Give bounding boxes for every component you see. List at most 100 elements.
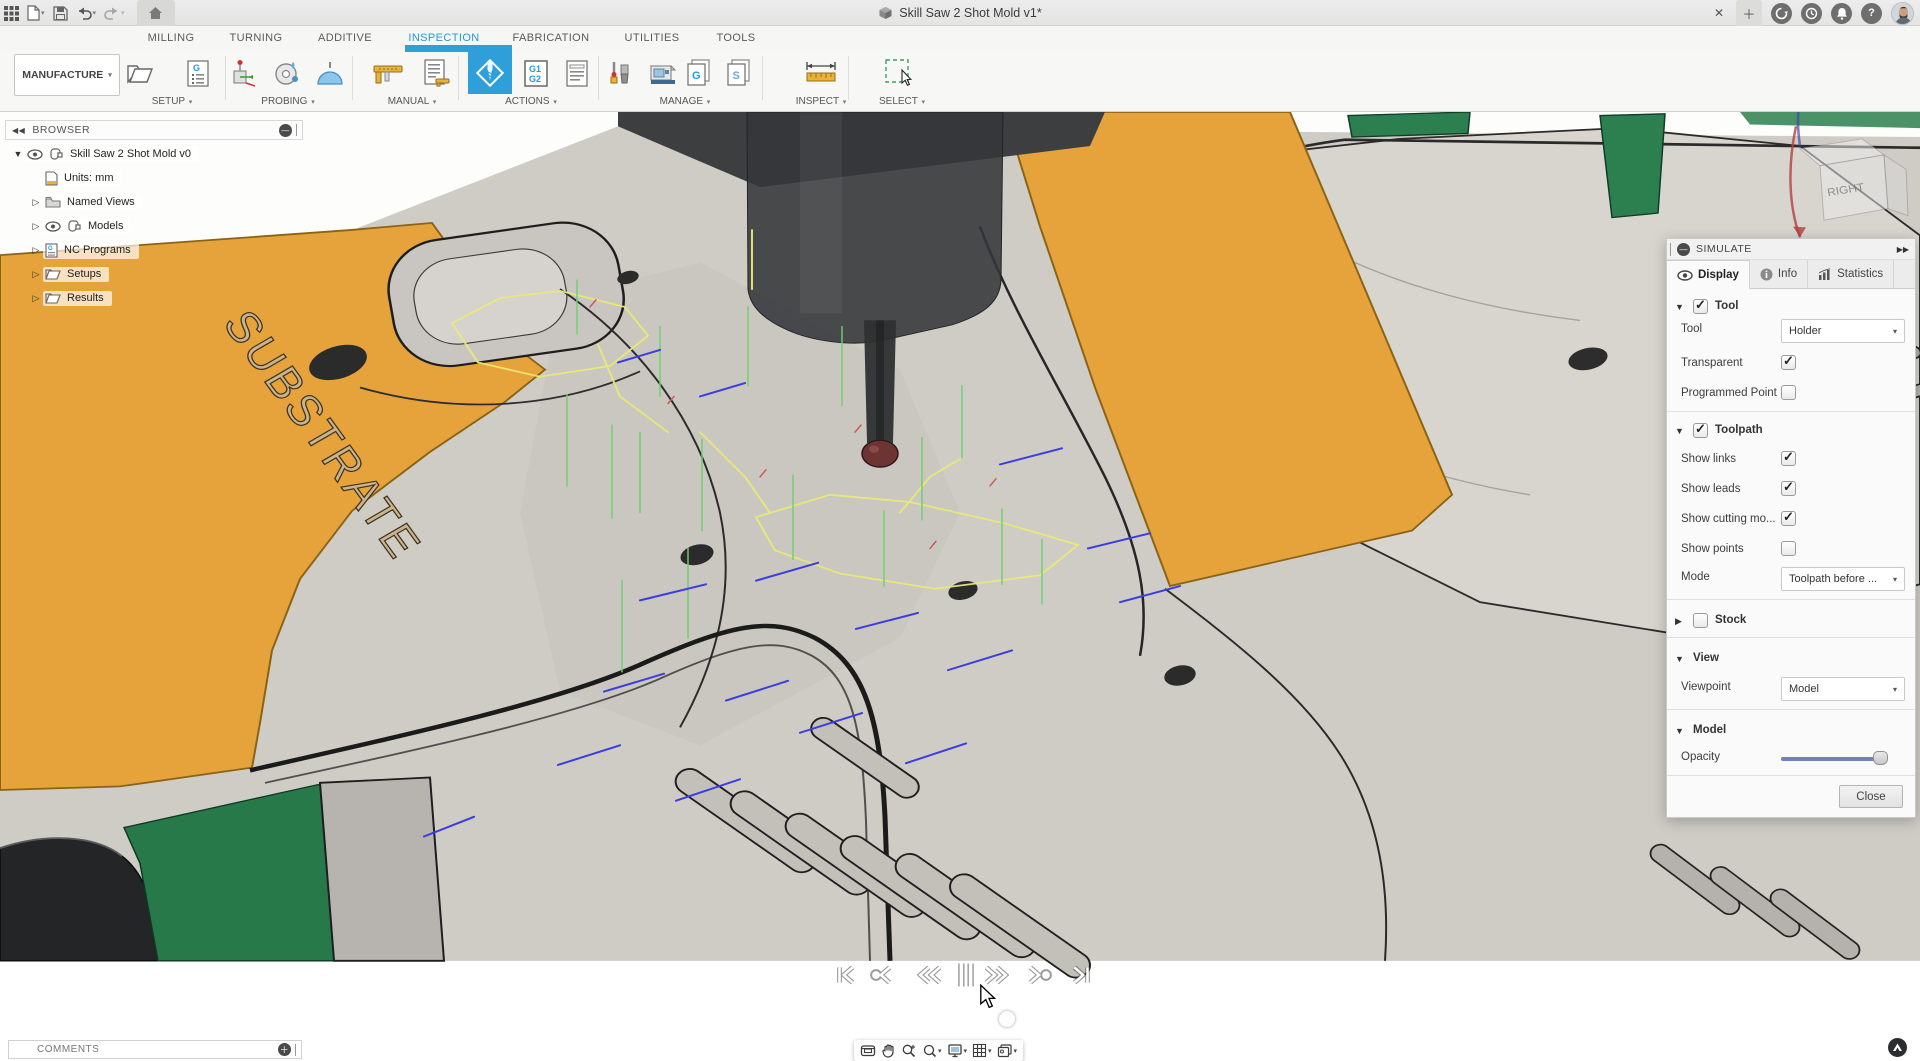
simulation-timeline[interactable] bbox=[818, 1012, 1100, 1026]
transparent-checkbox[interactable]: ✓ bbox=[1781, 355, 1796, 370]
tab-turning[interactable]: TURNING bbox=[230, 26, 283, 50]
close-button[interactable]: Close bbox=[1839, 785, 1903, 808]
expand-icon[interactable]: ▷ bbox=[29, 197, 43, 208]
group-label-manual[interactable]: MANUAL ▾ bbox=[362, 96, 462, 107]
file-menu-button[interactable]: ▾ bbox=[23, 1, 49, 25]
tool-dropdown[interactable]: Holder ▾ bbox=[1781, 319, 1905, 343]
user-avatar[interactable] bbox=[1891, 2, 1914, 25]
notifications-bell-icon[interactable] bbox=[1831, 3, 1852, 24]
visibility-eye-icon[interactable] bbox=[27, 149, 43, 160]
browser-grip[interactable] bbox=[296, 124, 299, 136]
workspace-selector-button[interactable]: MANUFACTURE ▾ bbox=[14, 54, 120, 96]
show-points-checkbox[interactable] bbox=[1781, 541, 1796, 556]
section-expand-icon[interactable]: ▶ bbox=[1675, 616, 1682, 627]
job-status-icon[interactable] bbox=[1771, 3, 1792, 24]
timeline-handle[interactable] bbox=[999, 1011, 1015, 1027]
group-label-manage[interactable]: MANAGE ▾ bbox=[635, 96, 735, 107]
pan-hand-icon[interactable] bbox=[881, 1043, 896, 1058]
programmed-point-checkbox[interactable] bbox=[1781, 385, 1796, 400]
show-cutting-checkbox[interactable]: ✓ bbox=[1781, 511, 1796, 526]
tree-item-root[interactable]: ▼ Skill Saw 2 Shot Mold v0 bbox=[11, 144, 303, 164]
group-label-setup[interactable]: SETUP ▾ bbox=[122, 96, 222, 107]
browser-collapse-icon[interactable]: ◀◀ bbox=[12, 126, 25, 135]
skip-to-end-button[interactable] bbox=[1068, 962, 1094, 988]
home-tab-button[interactable] bbox=[137, 0, 175, 26]
tree-item-named-views[interactable]: ▷ Named Views bbox=[29, 192, 303, 212]
simulate-tool-button[interactable] bbox=[468, 52, 512, 94]
stock-section-checkbox[interactable] bbox=[1693, 613, 1708, 628]
visibility-eye-icon[interactable] bbox=[45, 221, 61, 232]
select-tool-icon[interactable] bbox=[884, 56, 916, 90]
orbit-icon[interactable] bbox=[860, 1043, 876, 1058]
section-collapse-icon[interactable]: ▼ bbox=[1675, 726, 1684, 736]
expand-icon[interactable]: ▷ bbox=[29, 245, 43, 256]
expand-icon[interactable]: ▷ bbox=[29, 221, 43, 232]
probe-surface-icon[interactable] bbox=[315, 56, 345, 90]
play-forward-button[interactable] bbox=[983, 962, 1009, 988]
tool-section-checkbox[interactable]: ✓ bbox=[1693, 299, 1708, 314]
comments-expand-icon[interactable]: ＋ bbox=[278, 1043, 291, 1056]
tab-fabrication[interactable]: FABRICATION bbox=[513, 26, 590, 50]
previous-operation-button[interactable] bbox=[869, 962, 895, 988]
close-document-icon[interactable]: ✕ bbox=[1711, 6, 1727, 20]
expand-icon[interactable]: ▼ bbox=[11, 149, 25, 159]
tool-library-icon[interactable] bbox=[607, 56, 637, 90]
fit-view-icon[interactable]: ▾ bbox=[922, 1043, 942, 1058]
fusion-notification-badge[interactable] bbox=[1888, 1038, 1907, 1057]
skip-to-start-button[interactable] bbox=[833, 962, 859, 988]
tab-info[interactable]: Info bbox=[1750, 260, 1808, 288]
tab-tools[interactable]: TOOLS bbox=[716, 26, 755, 50]
caliper-icon[interactable] bbox=[373, 56, 403, 90]
tab-milling[interactable]: MILLING bbox=[148, 26, 195, 50]
expand-icon[interactable]: ▷ bbox=[29, 293, 43, 304]
mode-dropdown[interactable]: Toolpath before ... ▾ bbox=[1781, 567, 1905, 591]
probe-part-icon[interactable] bbox=[272, 56, 302, 90]
grid-snaps-icon[interactable]: ▾ bbox=[972, 1043, 992, 1058]
browser-minimize-icon[interactable]: — bbox=[279, 124, 292, 137]
group-label-actions[interactable]: ACTIONS ▾ bbox=[481, 96, 581, 107]
setup-new-icon[interactable] bbox=[125, 56, 155, 90]
probe-wcs-icon[interactable] bbox=[230, 56, 260, 90]
tab-display[interactable]: Display bbox=[1667, 260, 1750, 289]
script-documents-icon[interactable]: S bbox=[727, 56, 753, 90]
group-label-select[interactable]: SELECT ▾ bbox=[852, 96, 952, 107]
redo-caret[interactable]: ▾ bbox=[121, 9, 125, 17]
recent-clock-icon[interactable] bbox=[1801, 3, 1822, 24]
help-icon[interactable]: ? bbox=[1861, 3, 1882, 24]
section-collapse-icon[interactable]: ▼ bbox=[1675, 426, 1684, 436]
show-links-checkbox[interactable]: ✓ bbox=[1781, 451, 1796, 466]
tree-item-results[interactable]: ▷ Results bbox=[29, 288, 303, 308]
redo-button[interactable]: ▾ bbox=[100, 1, 129, 25]
tree-item-models[interactable]: ▷ Models bbox=[29, 216, 303, 236]
measure-ruler-icon[interactable] bbox=[804, 56, 838, 90]
undo-button[interactable]: ▾ bbox=[72, 1, 101, 25]
tab-statistics[interactable]: Statistics bbox=[1808, 260, 1894, 288]
gcode-documents-icon[interactable]: G bbox=[687, 56, 713, 90]
post-process-g1g2-icon[interactable]: G1G2 bbox=[524, 56, 548, 90]
show-leads-checkbox[interactable]: ✓ bbox=[1781, 481, 1796, 496]
panel-collapse-icon[interactable]: — bbox=[1677, 243, 1690, 256]
pause-button[interactable] bbox=[954, 960, 978, 990]
opacity-slider-thumb[interactable] bbox=[1873, 751, 1888, 765]
toolpath-section-checkbox[interactable]: ✓ bbox=[1693, 423, 1708, 438]
expand-icon[interactable]: ▷ bbox=[29, 269, 43, 280]
tree-item-nc-programs[interactable]: ▷ G NC Programs bbox=[29, 240, 303, 260]
comments-bar[interactable]: COMMENTS ＋ bbox=[8, 1040, 302, 1059]
viewports-icon[interactable]: ▾ bbox=[997, 1043, 1018, 1058]
comments-grip[interactable] bbox=[295, 1044, 298, 1056]
app-launcher-grid-icon[interactable] bbox=[0, 1, 23, 25]
tree-item-setups[interactable]: ▷ Setups bbox=[29, 264, 303, 284]
new-tab-icon[interactable]: ＋ bbox=[1736, 0, 1762, 26]
tab-utilities[interactable]: UTILITIES bbox=[625, 26, 680, 50]
setup-sheet-icon[interactable] bbox=[565, 56, 589, 90]
display-settings-icon[interactable]: ▾ bbox=[947, 1043, 968, 1058]
simulate-panel-header[interactable]: — SIMULATE ▶▶ bbox=[1667, 239, 1915, 260]
panel-grip[interactable] bbox=[1670, 243, 1671, 256]
panel-expand-icon[interactable]: ▶▶ bbox=[1897, 245, 1909, 254]
manual-inspection-icon[interactable] bbox=[424, 56, 450, 90]
section-collapse-icon[interactable]: ▼ bbox=[1675, 302, 1684, 312]
opacity-slider[interactable] bbox=[1781, 757, 1881, 761]
setup-gcode-icon[interactable]: G bbox=[185, 56, 211, 90]
save-button[interactable] bbox=[49, 1, 72, 25]
undo-caret[interactable]: ▾ bbox=[93, 9, 97, 17]
